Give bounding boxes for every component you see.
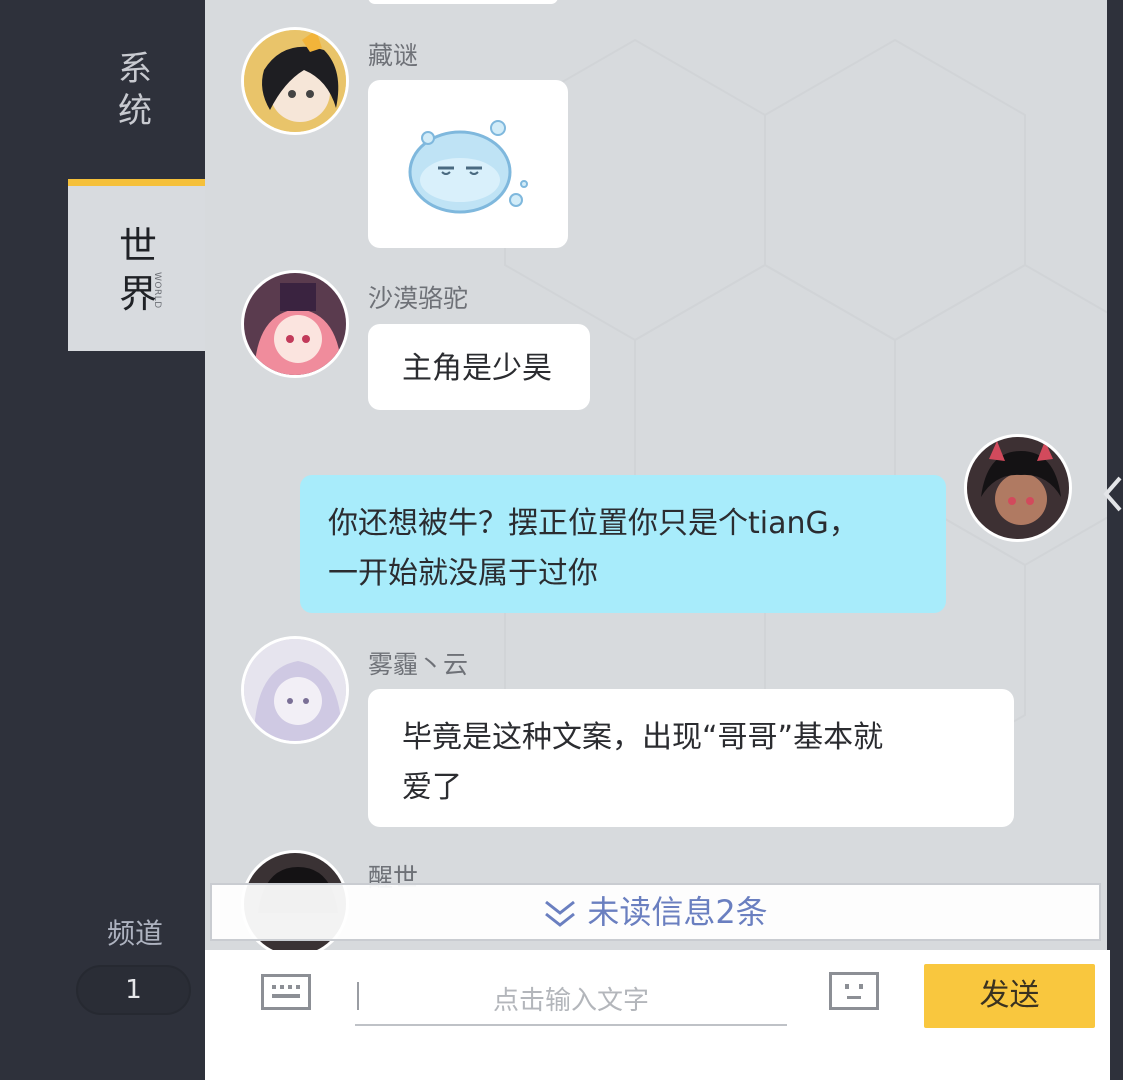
channel-label: 频道 — [106, 917, 163, 950]
input-bar: 点击输入文字 发送 — [205, 950, 1110, 1080]
message-text-line: 爱了 — [402, 770, 462, 805]
message-input[interactable]: 点击输入文字 — [355, 968, 787, 1026]
avatar[interactable] — [241, 270, 349, 378]
previous-message-bubble — [368, 0, 558, 4]
slime-sticker-icon — [408, 120, 528, 214]
unread-messages-bar[interactable]: 未读信息2条 — [210, 883, 1101, 941]
channel-sidebar: 系统 世界 WORLD 频道 1 — [0, 0, 205, 1080]
message-text-line: 你还想被牛？摆正位置你只是个tianG， — [328, 506, 859, 541]
chevron-down-double-icon — [545, 900, 576, 927]
message-text-line: 毕竟是这种文案，出现“哥哥”基本就 — [402, 720, 884, 755]
tab-system-label: 系统 — [118, 49, 152, 131]
message-text-line: 一开始就没属于过你 — [328, 556, 598, 591]
tab-world-en-label: WORLD — [152, 272, 162, 309]
avatar[interactable] — [241, 636, 349, 744]
message-text: 主角是少昊 — [402, 351, 552, 386]
message-bubble: 主角是少昊 — [368, 324, 590, 410]
sticker-bubble — [368, 80, 568, 248]
tab-system[interactable]: 系统 — [95, 48, 175, 132]
chat-area[interactable]: 藏谜 沙漠骆驼 主角是少昊 你还想被牛？摆正位置你只是个tianG， 一开始就没… — [205, 0, 1110, 950]
send-button[interactable]: 发送 — [924, 964, 1095, 1028]
emoji-icon[interactable] — [829, 972, 879, 1010]
self-message-bubble: 你还想被牛？摆正位置你只是个tianG， 一开始就没属于过你 — [300, 475, 946, 613]
keyboard-icon[interactable] — [261, 974, 311, 1010]
message-bubble: 毕竟是这种文案，出现“哥哥”基本就 爱了 — [368, 689, 1014, 827]
channel-selector[interactable]: 1 — [76, 965, 191, 1015]
username: 雾霾丶云 — [368, 650, 469, 679]
avatar[interactable] — [241, 27, 349, 135]
username: 藏谜 — [368, 41, 419, 70]
right-panel-edge — [1107, 0, 1123, 1080]
input-placeholder: 点击输入文字 — [492, 986, 649, 1016]
self-avatar[interactable] — [964, 434, 1072, 542]
collapse-arrow-icon[interactable] — [1102, 472, 1123, 516]
unread-label: 未读信息2条 — [587, 893, 768, 931]
username: 沙漠骆驼 — [368, 284, 469, 313]
tab-world[interactable]: 世界 WORLD — [68, 179, 205, 351]
